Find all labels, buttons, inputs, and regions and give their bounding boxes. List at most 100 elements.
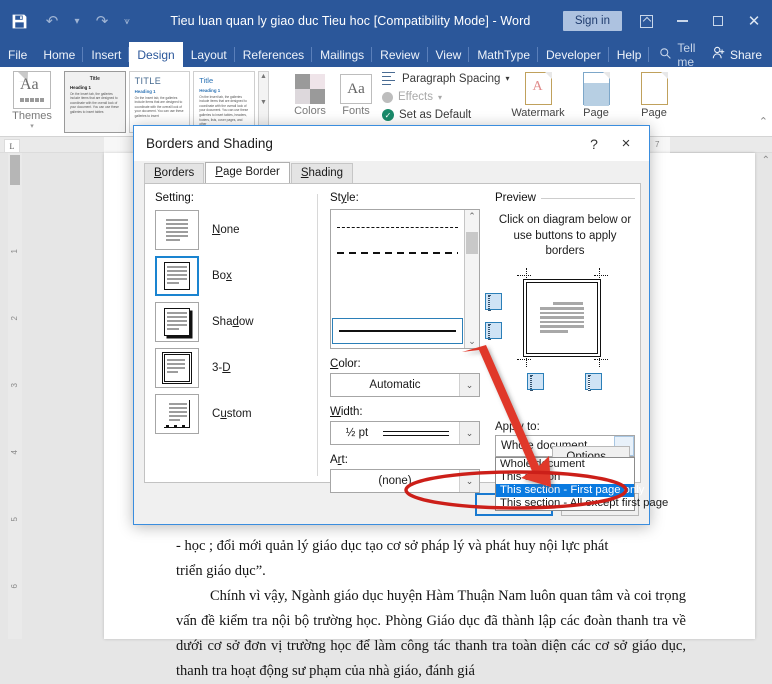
style-heading: Heading 1 [134,89,156,94]
apply-to-option-first-page-only[interactable]: This section - First page only [496,484,644,497]
style-option-double-line[interactable] [332,318,463,344]
chevron-down-icon[interactable]: ▾ [438,93,442,102]
customize-quick-access-icon[interactable]: ⩛ [116,0,138,42]
scroll-down-icon[interactable]: ⌄ [468,335,476,348]
setting-option-box[interactable]: Box [155,256,313,296]
tab-mathtype[interactable]: MathType [469,42,539,67]
watermark-button[interactable]: A Watermark [510,70,566,119]
style-set-item[interactable]: TITLE Heading 1 On the Insert tab, the g… [128,71,191,133]
style-set-item[interactable]: Title Heading 1 On the Insert tab, the g… [193,71,255,133]
ruler-mark: 5 [10,517,19,522]
help-icon[interactable]: ? [579,136,609,152]
chevron-down-icon[interactable]: ▾ [505,74,509,83]
tab-developer[interactable]: Developer [538,42,609,67]
undo-dropdown-icon[interactable]: ▾ [66,0,88,42]
colors-button[interactable]: Colors [288,71,332,117]
preview-button-bottom-border[interactable] [527,372,544,391]
scrollbar-thumb[interactable] [466,232,478,254]
dialog-tabs: Borders Page Border Shading [134,161,649,183]
effects-button[interactable]: Effects ▾ [382,91,509,103]
top-margin-marker[interactable] [10,155,20,185]
check-icon: ✓ [382,109,394,121]
style-list[interactable]: ⌃ ⌄ [330,209,480,349]
set-as-default-button[interactable]: ✓ Set as Default [382,109,509,121]
tab-stop-selector[interactable]: L [4,139,20,153]
chevron-down-icon[interactable]: ⌄ [459,470,479,492]
style-set-item[interactable]: Title Heading 1 On the Insert tab, the g… [64,71,126,133]
style-option-dash-dot[interactable] [331,266,464,292]
style-set-gallery[interactable]: Title Heading 1 On the Insert tab, the g… [64,71,270,133]
setting-label-none: None [212,224,240,236]
redo-icon[interactable]: ↷ [88,0,116,42]
style-list-scrollbar[interactable]: ⌃ ⌄ [464,210,479,348]
preview-diagram[interactable] [485,267,635,398]
document-text[interactable]: - học ; đổi mới quản lý giáo dục tạo cơ … [176,523,686,684]
chevron-down-icon[interactable]: ⌄ [459,422,479,444]
color-value: Automatic [369,379,421,391]
style-option-dashed-fine[interactable] [331,214,464,240]
fonts-button[interactable]: Aa Fonts [334,71,378,117]
apply-to-option-all-except-first-page[interactable]: This section - All except first page [496,497,668,510]
tab-review[interactable]: Review [372,42,428,67]
tab-help[interactable]: Help [609,42,650,67]
tab-borders[interactable]: Borders [144,163,205,183]
apply-to-option-this-section[interactable]: This section [496,471,634,484]
style-option-dashed[interactable] [331,240,464,266]
close-icon[interactable]: ✕ [736,0,772,42]
paragraph-spacing-button[interactable]: Paragraph Spacing ▾ [382,72,509,86]
preview-button-right-border[interactable] [585,372,602,391]
style-option-dash-dot-dot[interactable] [331,292,464,318]
tab-view[interactable]: View [428,42,470,67]
width-dropdown[interactable]: ½ pt ⌄ [330,421,480,445]
themes-label: Themes ▾ [4,110,60,130]
scroll-up-icon[interactable]: ⌃ [468,210,476,223]
minimize-icon[interactable] [664,0,700,42]
page-borders-button[interactable]: Page [626,70,682,119]
tab-references[interactable]: References [235,42,313,67]
apply-to-option-whole-document[interactable]: Whole document [496,458,634,471]
scroll-down-icon[interactable]: ▼ [260,99,267,106]
tab-insert-label: Insert [91,47,122,62]
tell-me-search[interactable]: Tell me [649,41,708,69]
tab-layout[interactable]: Layout [183,42,235,67]
tab-insert[interactable]: Insert [83,42,130,67]
style-heading: Heading 1 [199,88,221,93]
chevron-down-icon[interactable]: ⌄ [459,374,479,396]
restore-icon[interactable] [700,0,736,42]
gallery-scrollbar[interactable]: ▲ ▼ ▼ [257,71,270,133]
ribbon-display-options-icon[interactable] [628,0,664,42]
preview-button-left-border[interactable] [485,321,502,340]
group-divider [540,197,635,199]
setting-option-3d[interactable]: 3-D [155,348,313,388]
save-icon[interactable] [0,0,38,42]
color-dropdown[interactable]: Automatic ⌄ [330,373,480,397]
tab-design[interactable]: Design [129,42,183,67]
tab-page-border[interactable]: Page Border [205,162,290,183]
setting-icon-custom [155,394,199,434]
art-label: Art: [330,454,348,466]
setting-option-none[interactable]: None [155,210,313,250]
tab-shading[interactable]: Shading [290,163,354,183]
tab-page-border-accel: P [215,166,223,178]
sign-in-button[interactable]: Sign in [562,11,622,31]
setting-option-shadow[interactable]: Shadow [155,302,313,342]
themes-button[interactable]: Aa Themes ▾ [4,69,60,130]
setting-label-3d: 3-D [212,362,231,374]
page-color-button[interactable]: Page [568,70,624,119]
collapse-ribbon-icon[interactable]: ⌃ [759,115,768,128]
tab-home[interactable]: Home [35,42,84,67]
art-dropdown[interactable]: (none) ⌄ [330,469,480,493]
close-icon[interactable]: × [609,135,643,152]
tab-mailings[interactable]: Mailings [312,42,373,67]
scroll-up-icon[interactable]: ▲ [260,73,267,80]
preview-button-top-border[interactable] [485,292,502,311]
ruler-mark: 7 [655,140,660,149]
vertical-ruler[interactable]: 1 2 3 4 5 6 [8,153,22,639]
preview-page[interactable] [523,278,601,357]
setting-option-custom[interactable]: Custom [155,394,313,434]
tab-file[interactable]: File [0,42,35,67]
undo-icon[interactable]: ↶ [38,0,66,42]
share-button[interactable]: Share [708,42,772,67]
scroll-up-icon[interactable]: ⌃ [762,155,770,166]
apply-to-dropdown-list[interactable]: Whole document This section This section… [495,457,668,511]
